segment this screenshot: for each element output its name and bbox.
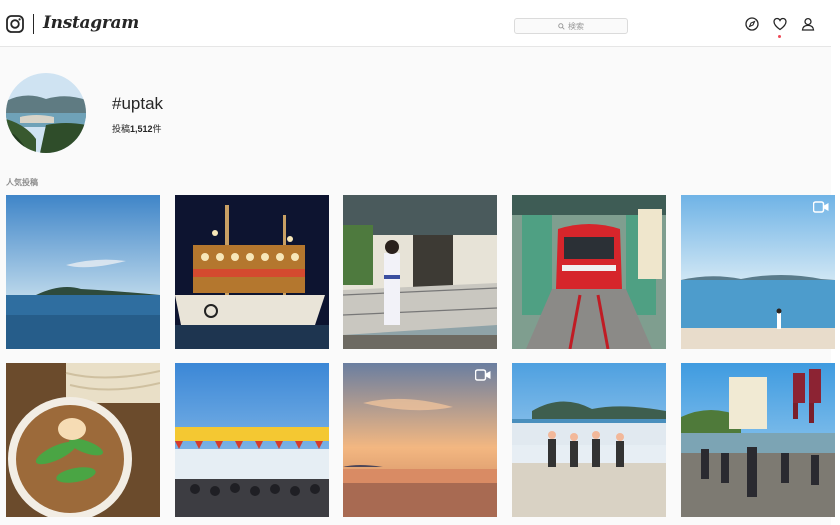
instagram-camera-icon[interactable] (6, 15, 24, 33)
post-count-prefix: 投稿 (112, 124, 131, 134)
post-image (681, 195, 835, 349)
post-tile-uptak-sign[interactable] (512, 363, 666, 517)
post-count: 投稿1,512件 (112, 122, 162, 135)
post-image (343, 195, 497, 349)
post-count-number: 1,512 (130, 124, 153, 134)
instagram-wordmark[interactable]: Instagram (43, 13, 139, 33)
hashtag-avatar[interactable] (6, 73, 86, 153)
post-tile-festival-stage[interactable] (175, 363, 329, 517)
explore-compass-icon[interactable] (745, 17, 759, 31)
post-tile-udon-bowl[interactable] (6, 363, 160, 517)
post-image (6, 195, 160, 349)
search-icon (558, 22, 565, 30)
popular-posts-label: 人気投稿 (6, 178, 38, 187)
video-camera-icon (813, 201, 829, 213)
post-image (681, 363, 835, 517)
post-tile-yukata-woman[interactable] (343, 195, 497, 349)
post-tile-beach-islands[interactable] (681, 195, 835, 349)
logo-divider (33, 14, 34, 34)
post-image (512, 363, 666, 517)
post-tile-procession-flags[interactable] (681, 363, 835, 517)
post-image (512, 195, 666, 349)
hashtag-title: #uptak (112, 94, 164, 113)
avatar-coastal-town-image (6, 73, 86, 153)
post-tile-festival-boat[interactable] (175, 195, 329, 349)
post-count-suffix: 件 (152, 124, 162, 134)
profile-person-icon[interactable] (801, 17, 815, 31)
post-image (343, 363, 497, 517)
post-image (6, 363, 160, 517)
search-input[interactable]: 検索 (514, 18, 628, 34)
search-placeholder: 検索 (568, 21, 584, 31)
post-tile-sea-horizon[interactable] (6, 195, 160, 349)
notification-dot (778, 35, 781, 38)
video-camera-icon (475, 369, 491, 381)
activity-heart-icon[interactable] (773, 17, 787, 31)
post-tile-sunset-sea[interactable] (343, 363, 497, 517)
post-tile-red-train[interactable] (512, 195, 666, 349)
top-navigation-bar: Instagram 検索 (0, 0, 840, 47)
post-image (175, 195, 329, 349)
post-image (175, 363, 329, 517)
